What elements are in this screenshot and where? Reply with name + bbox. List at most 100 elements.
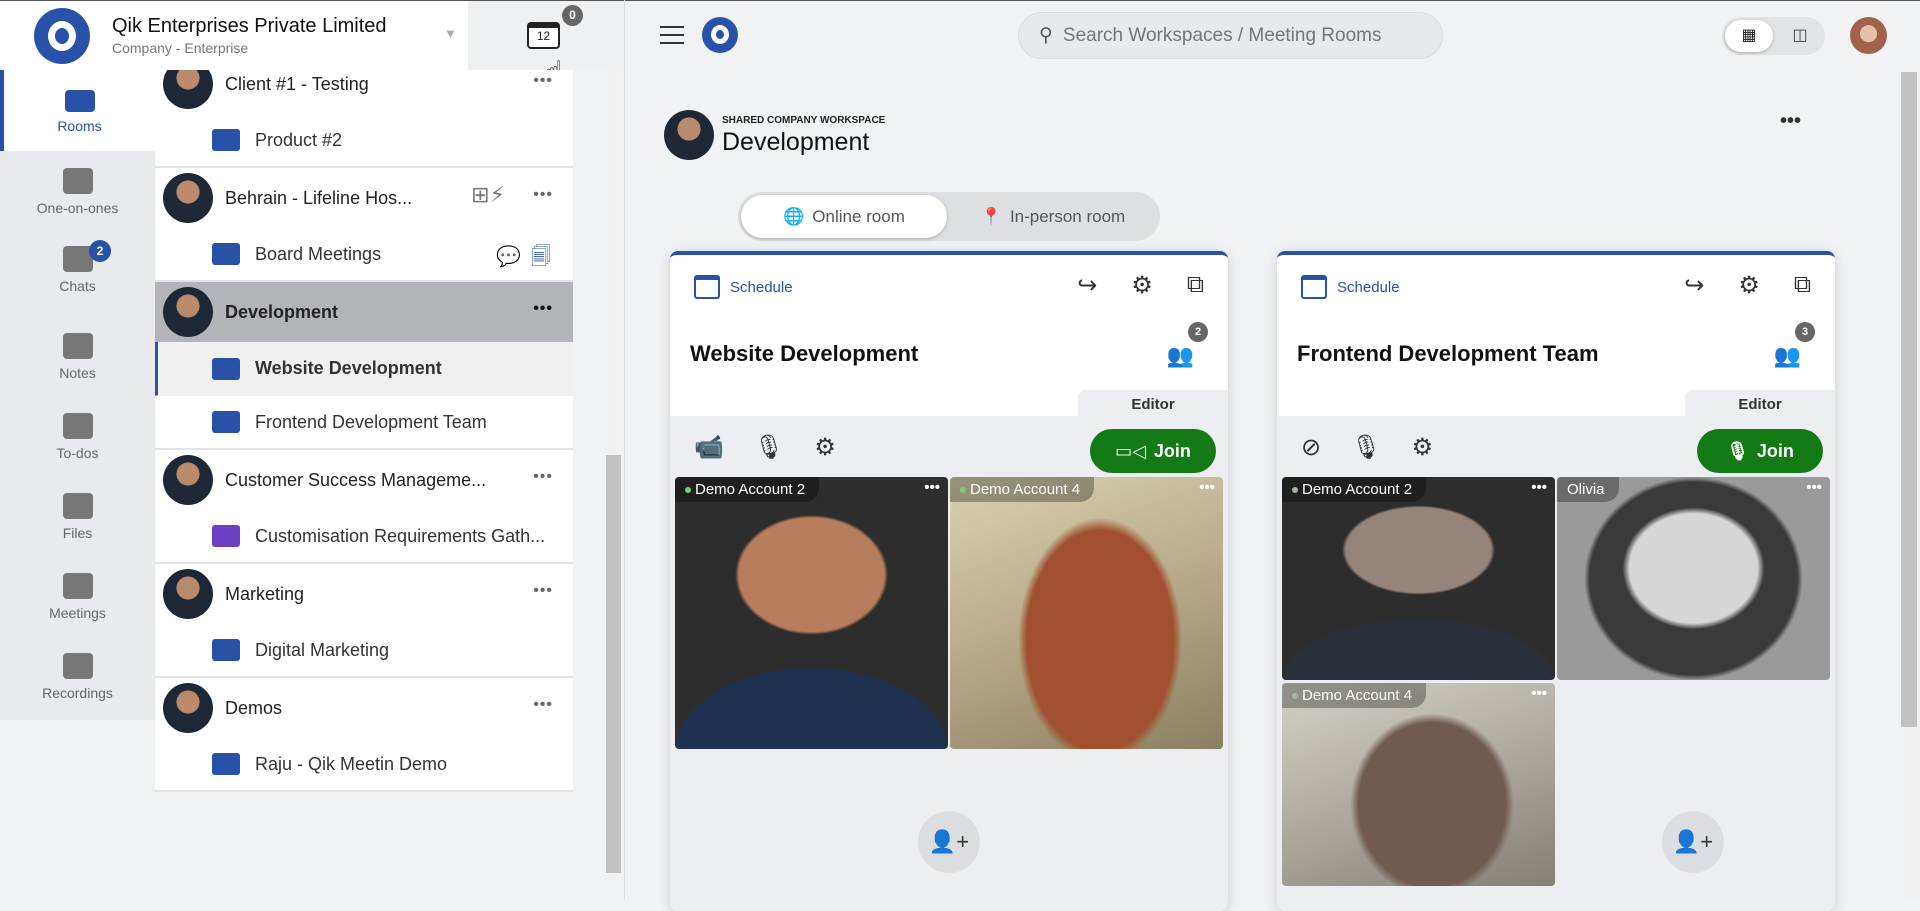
online-status-icon: [960, 487, 966, 494]
files-icon[interactable]: 🗐: [531, 246, 561, 268]
room-item[interactable]: Board Meetings 💬🗐: [155, 228, 573, 282]
workspace-avatar: [163, 683, 213, 733]
participant-label: Demo Account 4: [970, 481, 1081, 498]
workspace-group[interactable]: Development •••: [155, 282, 573, 342]
tile-options-icon[interactable]: •••: [1531, 479, 1547, 496]
schedule-button[interactable]: Schedule: [694, 275, 793, 299]
tab-online-room[interactable]: 🌐 Online room: [741, 195, 947, 238]
qik-logo: [34, 7, 90, 64]
participants-icon[interactable]: 👥: [1167, 343, 1194, 369]
role-label: Editor: [1078, 390, 1228, 420]
settings-icon[interactable]: ⚙: [1738, 271, 1760, 300]
menu-icon[interactable]: [660, 26, 684, 44]
microphone-off-icon[interactable]: 🎙: [1351, 433, 1381, 462]
notes-icon: [62, 333, 93, 359]
add-participant-button[interactable]: 👤+: [1662, 811, 1724, 873]
globe-icon: 🌐: [783, 206, 805, 226]
video-tile[interactable]: Demo Account 4 •••: [1282, 683, 1555, 886]
microphone-settings-icon[interactable]: ⚙: [814, 433, 836, 462]
rail-item-files[interactable]: Files: [0, 493, 155, 541]
workspace-name: Behrain - Lifeline Hos...: [225, 187, 413, 208]
more-options-icon[interactable]: •••: [533, 186, 553, 204]
share-icon[interactable]: ↪: [1684, 271, 1704, 300]
microphone-icon[interactable]: 🎙: [754, 433, 784, 462]
camera-off-icon[interactable]: ⊘: [1301, 433, 1321, 462]
more-options-icon[interactable]: •••: [533, 300, 553, 318]
tile-options-icon[interactable]: •••: [1531, 685, 1547, 702]
join-label: Join: [1756, 440, 1794, 461]
room-name: Raju - Qik Meetin Demo: [255, 753, 448, 774]
rail-item-label: Files: [62, 525, 93, 541]
rail-item-notes[interactable]: Notes: [0, 333, 155, 381]
workspace-group[interactable]: Marketing •••: [155, 564, 573, 624]
workspace-avatar: [163, 70, 213, 109]
participant-label: Olivia: [1567, 481, 1605, 498]
grid-view-icon[interactable]: ▦: [1725, 20, 1773, 52]
open-external-icon[interactable]: ⧉: [1794, 271, 1811, 300]
online-status-icon: [685, 487, 691, 494]
room-item[interactable]: Raju - Qik Meetin Demo: [155, 738, 573, 792]
recordings-icon: [62, 653, 93, 679]
room-type-tabs: 🌐 Online room 📍 In-person room: [738, 192, 1160, 241]
rail-item-label: Recordings: [42, 685, 113, 701]
rail-item-chats[interactable]: Chats 2: [0, 240, 155, 294]
more-options-icon[interactable]: •••: [533, 696, 553, 714]
more-options-icon[interactable]: •••: [1780, 110, 1801, 133]
more-options-icon[interactable]: •••: [533, 468, 553, 486]
tab-in-person-room[interactable]: 📍 In-person room: [950, 195, 1156, 238]
tile-options-icon[interactable]: •••: [1199, 479, 1215, 496]
room-item[interactable]: Website Development: [155, 342, 573, 396]
video-tile[interactable]: Demo Account 2 •••: [675, 477, 948, 749]
share-icon[interactable]: ↪: [1077, 271, 1097, 300]
join-button[interactable]: 🎙 Join: [1697, 429, 1823, 473]
settings-icon[interactable]: ⚙: [1131, 271, 1153, 300]
sidebar-view-icon[interactable]: ◫: [1780, 20, 1820, 52]
quick-add-room-icon[interactable]: ⊞⚡: [471, 182, 505, 208]
add-participant-button[interactable]: 👤+: [918, 811, 980, 873]
more-options-icon[interactable]: •••: [533, 72, 553, 90]
workspace-group[interactable]: Client #1 - Testing •••: [155, 70, 573, 114]
calendar-icon[interactable]: 12: [527, 22, 560, 49]
join-button[interactable]: ▭◁ Join: [1090, 429, 1216, 473]
open-external-icon[interactable]: ⧉: [1187, 271, 1204, 300]
main-scroll-thumb[interactable]: [1901, 72, 1917, 727]
schedule-button[interactable]: Schedule: [1301, 275, 1400, 299]
room-item[interactable]: Product #2: [155, 114, 573, 168]
organization-switcher[interactable]: Qik Enterprises Private Limited Company …: [0, 1, 468, 70]
caret-down-icon[interactable]: ▼: [444, 26, 457, 41]
room-color-icon: [212, 357, 240, 380]
participants-icon[interactable]: 👥: [1774, 343, 1801, 369]
rail-item-one-on-ones[interactable]: One-on-ones: [0, 168, 155, 216]
room-color-icon: [212, 129, 240, 151]
room-color-icon: [212, 525, 240, 547]
room-item[interactable]: Digital Marketing: [155, 624, 573, 678]
search-input[interactable]: [1062, 24, 1403, 47]
rail-item-recordings[interactable]: Recordings: [0, 653, 155, 701]
workspace-group[interactable]: Behrain - Lifeline Hos... ••• ⊞⚡: [155, 168, 573, 228]
rail-item-rooms[interactable]: Rooms: [0, 70, 155, 151]
sidebar-scroll-thumb[interactable]: [606, 455, 621, 873]
video-tile[interactable]: Olivia •••: [1557, 477, 1830, 680]
video-tile[interactable]: Demo Account 4 •••: [950, 477, 1223, 749]
user-avatar[interactable]: [1850, 17, 1887, 54]
workspace-group[interactable]: Demos •••: [155, 678, 573, 738]
more-options-icon[interactable]: •••: [533, 582, 553, 600]
meetings-icon: [62, 573, 93, 599]
tile-options-icon[interactable]: •••: [924, 479, 940, 496]
video-tile[interactable]: Demo Account 2 •••: [1282, 477, 1555, 680]
microphone-settings-icon[interactable]: ⚙: [1412, 433, 1434, 462]
participant-label: Demo Account 4: [1302, 687, 1413, 704]
calendar-badge: 0: [562, 5, 583, 26]
search-box[interactable]: ⚲: [1018, 12, 1443, 59]
camera-icon[interactable]: 📹: [694, 433, 724, 462]
rail-item-to-dos[interactable]: To-dos: [0, 413, 155, 461]
tile-options-icon[interactable]: •••: [1806, 479, 1822, 496]
room-item[interactable]: Customisation Requirements Gath...: [155, 510, 573, 564]
workspace-group[interactable]: Customer Success Manageme... •••: [155, 450, 573, 510]
chat-icon: [62, 246, 93, 272]
room-item[interactable]: Frontend Development Team: [155, 396, 573, 450]
chat-icon[interactable]: 💬: [496, 246, 531, 268]
rail-item-meetings[interactable]: Meetings: [0, 573, 155, 621]
qik-logo-small: [702, 17, 738, 53]
room-color-icon: [212, 639, 240, 661]
